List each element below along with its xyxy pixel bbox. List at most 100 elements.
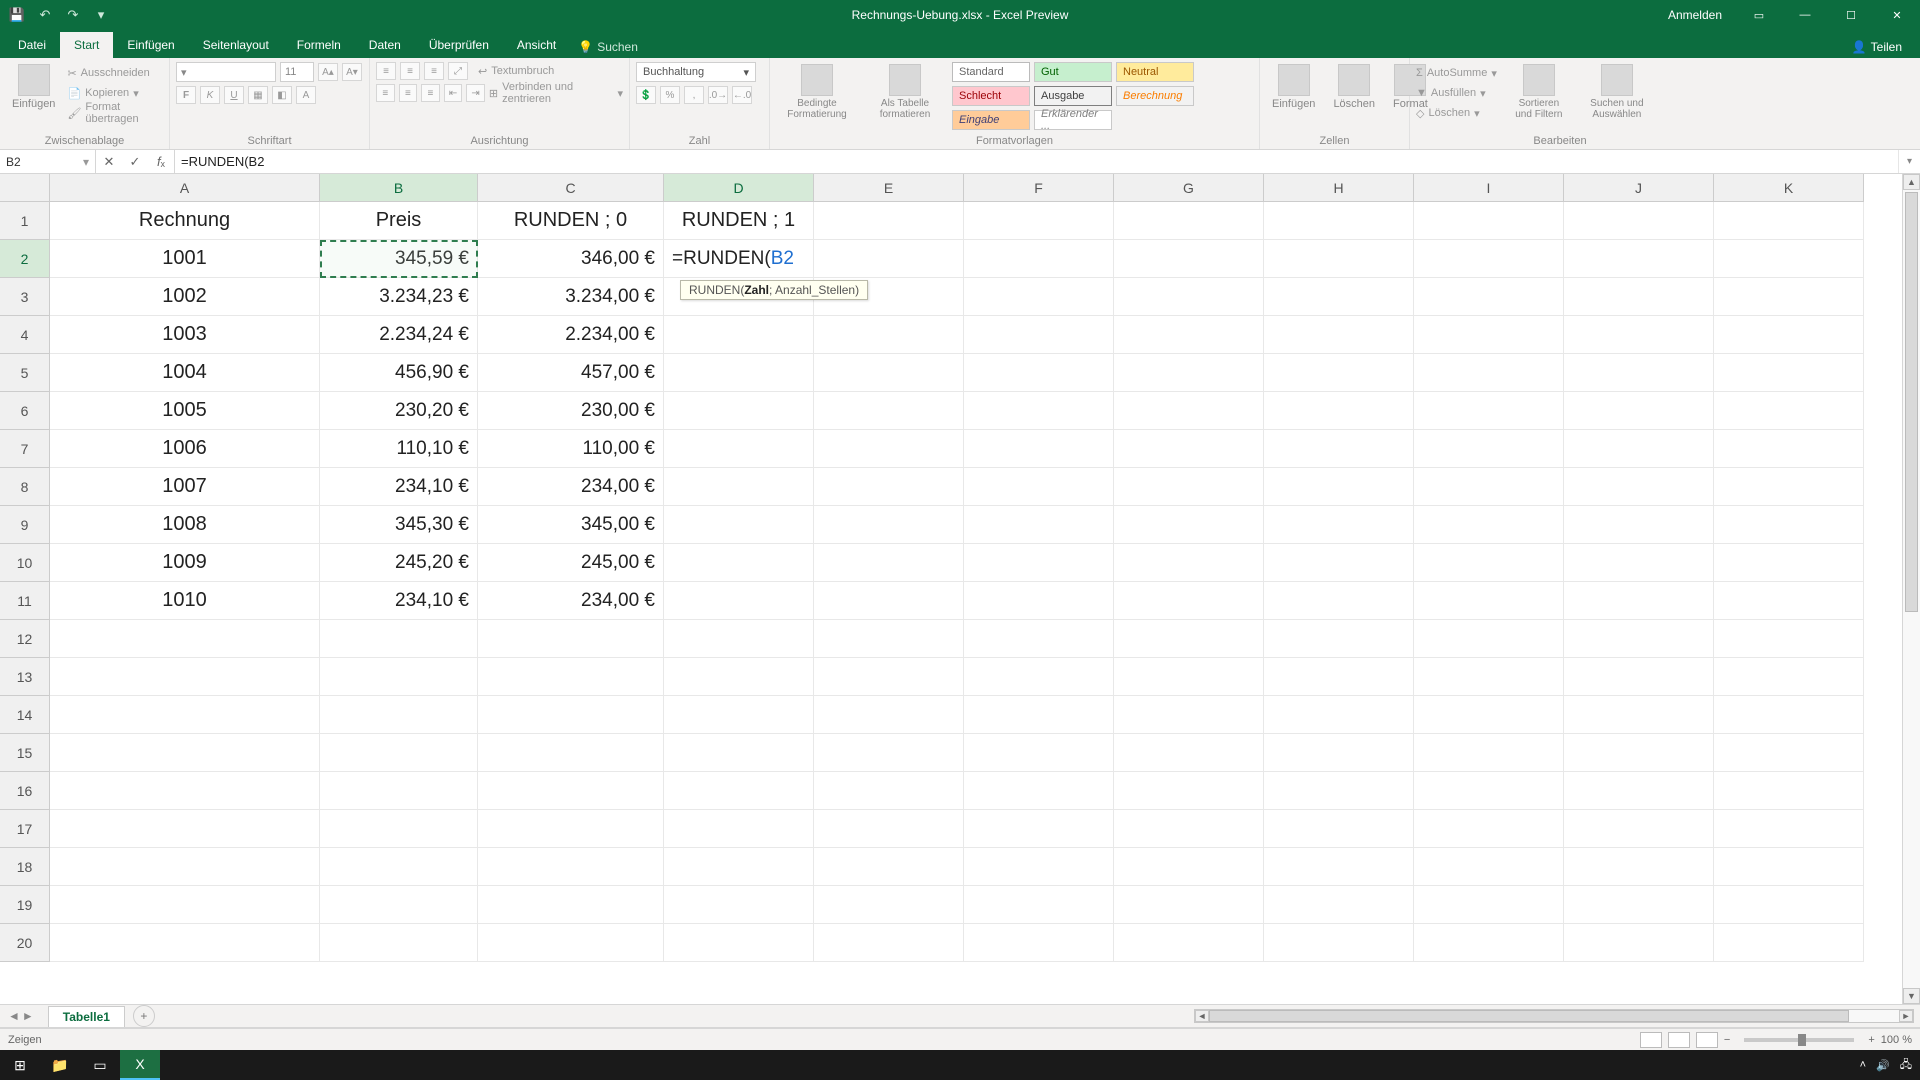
cell-C9[interactable]: 345,00 € (478, 506, 664, 544)
paste-button[interactable]: Einfügen (6, 62, 61, 112)
align-bottom-icon[interactable]: ≡ (424, 62, 444, 80)
cell-D7[interactable] (664, 430, 814, 468)
row-header-20[interactable]: 20 (0, 924, 50, 962)
underline-button[interactable]: U (224, 86, 244, 104)
cell-G19[interactable] (1114, 886, 1264, 924)
new-sheet-button[interactable]: + (133, 1005, 155, 1027)
cell-E12[interactable] (814, 620, 964, 658)
scroll-right-icon[interactable]: ► (1899, 1010, 1913, 1022)
style-standard[interactable]: Standard (952, 62, 1030, 82)
cell-F3[interactable] (964, 278, 1114, 316)
spreadsheet-grid[interactable]: ABCDEFGHIJK 1234567891011121314151617181… (0, 174, 1920, 1014)
scroll-down-icon[interactable]: ▼ (1903, 988, 1920, 1004)
wrap-text-button[interactable]: ↩ Textumbruch (478, 62, 554, 80)
cell-B8[interactable]: 234,10 € (320, 468, 478, 506)
cell-H18[interactable] (1264, 848, 1414, 886)
cell-F19[interactable] (964, 886, 1114, 924)
scroll-up-icon[interactable]: ▲ (1903, 174, 1920, 190)
cut-button[interactable]: ✂ Ausschneiden (67, 64, 163, 82)
cell-I9[interactable] (1414, 506, 1564, 544)
cell-J3[interactable] (1564, 278, 1714, 316)
cell-H20[interactable] (1264, 924, 1414, 962)
cell-B2[interactable]: 345,59 € (320, 240, 478, 278)
row-header-4[interactable]: 4 (0, 316, 50, 354)
cell-B5[interactable]: 456,90 € (320, 354, 478, 392)
tell-me-search[interactable]: 💡 Suchen (570, 36, 646, 58)
cell-G12[interactable] (1114, 620, 1264, 658)
orientation-icon[interactable]: ⤢ (448, 62, 468, 80)
cell-I11[interactable] (1414, 582, 1564, 620)
cell-K9[interactable] (1714, 506, 1864, 544)
cell-H2[interactable] (1264, 240, 1414, 278)
cell-E18[interactable] (814, 848, 964, 886)
row-header-14[interactable]: 14 (0, 696, 50, 734)
cell-B7[interactable]: 110,10 € (320, 430, 478, 468)
style-eingabe[interactable]: Eingabe (952, 110, 1030, 130)
cell-B19[interactable] (320, 886, 478, 924)
cell-J6[interactable] (1564, 392, 1714, 430)
cell-D17[interactable] (664, 810, 814, 848)
tab-data[interactable]: Daten (355, 32, 415, 58)
cell-C2[interactable]: 346,00 € (478, 240, 664, 278)
column-header-K[interactable]: K (1714, 174, 1864, 202)
autosum-button[interactable]: Σ AutoSumme ▾ (1416, 64, 1497, 82)
cell-I14[interactable] (1414, 696, 1564, 734)
cell-K8[interactable] (1714, 468, 1864, 506)
cell-B11[interactable]: 234,10 € (320, 582, 478, 620)
cell-F2[interactable] (964, 240, 1114, 278)
cell-C5[interactable]: 457,00 € (478, 354, 664, 392)
qat-more-icon[interactable]: ▾ (92, 6, 110, 24)
cell-A12[interactable] (50, 620, 320, 658)
cell-F6[interactable] (964, 392, 1114, 430)
cell-D19[interactable] (664, 886, 814, 924)
cell-F4[interactable] (964, 316, 1114, 354)
cell-G4[interactable] (1114, 316, 1264, 354)
cell-F10[interactable] (964, 544, 1114, 582)
font-color-button[interactable]: A (296, 86, 316, 104)
cell-C16[interactable] (478, 772, 664, 810)
start-button[interactable]: ⊞ (0, 1050, 40, 1080)
percent-format-icon[interactable]: % (660, 86, 680, 104)
cell-H5[interactable] (1264, 354, 1414, 392)
name-box[interactable]: B2▾ (0, 150, 96, 173)
cell-K4[interactable] (1714, 316, 1864, 354)
zoom-in-icon[interactable]: + (1868, 1034, 1874, 1046)
cell-D16[interactable] (664, 772, 814, 810)
cell-F20[interactable] (964, 924, 1114, 962)
column-header-H[interactable]: H (1264, 174, 1414, 202)
sort-filter-button[interactable]: Sortieren und Filtern (1503, 62, 1575, 122)
cell-B1[interactable]: Preis (320, 202, 478, 240)
cell-B16[interactable] (320, 772, 478, 810)
cell-E20[interactable] (814, 924, 964, 962)
cell-C17[interactable] (478, 810, 664, 848)
cell-B20[interactable] (320, 924, 478, 962)
cell-E1[interactable] (814, 202, 964, 240)
row-header-1[interactable]: 1 (0, 202, 50, 240)
sheet-tab-tabelle1[interactable]: Tabelle1 (48, 1006, 125, 1027)
cell-J15[interactable] (1564, 734, 1714, 772)
cell-G3[interactable] (1114, 278, 1264, 316)
minimize-button[interactable]: — (1782, 0, 1828, 30)
tab-formulas[interactable]: Formeln (283, 32, 355, 58)
cell-styles-gallery[interactable]: Standard Gut Neutral Schlecht Ausgabe Be… (952, 62, 1253, 130)
cell-A20[interactable] (50, 924, 320, 962)
cell-J10[interactable] (1564, 544, 1714, 582)
cell-F13[interactable] (964, 658, 1114, 696)
bold-button[interactable]: F (176, 86, 196, 104)
horizontal-scrollbar[interactable]: ◄ ► (1194, 1009, 1914, 1023)
cell-K12[interactable] (1714, 620, 1864, 658)
column-header-E[interactable]: E (814, 174, 964, 202)
align-top-icon[interactable]: ≡ (376, 62, 396, 80)
align-center-icon[interactable]: ≡ (399, 84, 418, 102)
column-header-I[interactable]: I (1414, 174, 1564, 202)
cell-H11[interactable] (1264, 582, 1414, 620)
cell-I7[interactable] (1414, 430, 1564, 468)
tray-network-icon[interactable]: 🖧 (1900, 1056, 1912, 1075)
cell-J17[interactable] (1564, 810, 1714, 848)
cell-F17[interactable] (964, 810, 1114, 848)
cell-I4[interactable] (1414, 316, 1564, 354)
cell-G18[interactable] (1114, 848, 1264, 886)
row-header-12[interactable]: 12 (0, 620, 50, 658)
cell-I3[interactable] (1414, 278, 1564, 316)
cell-H10[interactable] (1264, 544, 1414, 582)
